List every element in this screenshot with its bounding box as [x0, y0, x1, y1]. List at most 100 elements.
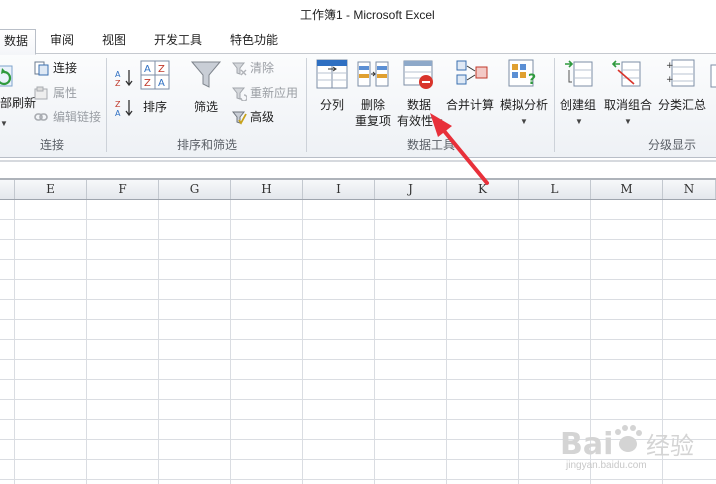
edit-links-label: 编辑链接	[53, 110, 102, 124]
group-separator	[306, 58, 307, 152]
chevron-down-icon: ▼	[624, 117, 632, 126]
advanced-filter-button[interactable]: 高级	[230, 109, 304, 127]
properties-button[interactable]: 属性	[32, 85, 102, 103]
refresh-all-label: 部刷新	[0, 96, 37, 110]
tab-view[interactable]: 视图	[94, 31, 134, 53]
svg-text:Z: Z	[158, 64, 165, 75]
reapply-icon	[232, 87, 247, 101]
advanced-filter-icon	[232, 111, 247, 125]
group-label-data-tools: 数据工具	[406, 138, 455, 152]
remove-duplicates-icon	[357, 61, 389, 87]
connections-button[interactable]: 连接	[32, 60, 102, 78]
group-button[interactable]: 创建组 ▼	[558, 58, 600, 128]
clear-filter-button[interactable]: 清除	[230, 60, 304, 78]
remove-duplicates-button[interactable]: 删除 重复项	[352, 58, 394, 128]
group-rows-icon	[565, 60, 593, 87]
refresh-all-button[interactable]: 部刷新 ▼	[0, 60, 36, 128]
advanced-label: 高级	[250, 110, 275, 124]
title-bar: 工作簿1 - Microsoft Excel	[0, 0, 716, 26]
data-validation-label-1: 数据	[407, 98, 432, 112]
clear-label: 清除	[250, 61, 275, 75]
column-header-i[interactable]: I	[303, 180, 375, 199]
what-if-analysis-icon: ?	[508, 59, 536, 88]
sort-descending-icon: Z A	[115, 100, 133, 118]
tab-data[interactable]: 数据	[0, 29, 36, 55]
tab-developer[interactable]: 开发工具	[146, 31, 210, 53]
column-header-row: E F G H I J K L M N	[0, 180, 716, 200]
remove-duplicates-label-2: 重复项	[355, 114, 392, 128]
svg-text:+: +	[666, 75, 674, 85]
text-to-columns-button[interactable]: 分列	[312, 58, 352, 120]
group-label-sort-filter: 排序和筛选	[176, 138, 237, 152]
reapply-label: 重新应用	[250, 86, 299, 100]
subtotal-button[interactable]: + + 分类汇总	[656, 58, 710, 120]
sort-descending-button[interactable]: Z A	[114, 98, 136, 118]
what-if-analysis-button[interactable]: ? 模拟分析 ▼	[500, 58, 552, 128]
watermark-url: jingyan.baidu.com	[566, 460, 647, 471]
ribbon-partial-icon	[710, 64, 716, 88]
consolidate-label: 合并计算	[446, 98, 495, 112]
connections-label: 连接	[53, 61, 78, 75]
tab-review[interactable]: 审阅	[42, 31, 82, 53]
text-to-columns-icon	[316, 59, 348, 89]
column-header-f[interactable]: F	[87, 180, 159, 199]
tab-special-features[interactable]: 特色功能	[222, 31, 286, 53]
group-label-outline: 分级显示	[647, 138, 696, 152]
ungroup-rows-icon	[612, 60, 641, 87]
column-header-m[interactable]: M	[591, 180, 663, 199]
svg-text:Z: Z	[115, 100, 121, 109]
column-header-h[interactable]: H	[231, 180, 303, 199]
ungroup-label: 取消组合	[604, 98, 653, 112]
refresh-icon	[0, 65, 13, 87]
properties-label: 属性	[53, 86, 78, 100]
chevron-down-icon: ▼	[0, 119, 8, 128]
filter-label: 筛选	[194, 100, 219, 114]
excel-window: 工作簿1 - Microsoft Excel 数据 审阅 视图 开发工具 特色功…	[0, 0, 716, 484]
remove-duplicates-label-1: 删除	[361, 98, 386, 112]
data-validation-icon	[403, 60, 433, 89]
chevron-down-icon: ▼	[520, 117, 528, 126]
svg-text:A: A	[115, 109, 121, 118]
sort-ascending-icon: A Z	[115, 70, 133, 88]
chevron-down-icon: ▼	[436, 117, 444, 126]
sort-label: 排序	[143, 100, 168, 114]
ribbon: 部刷新 ▼ 连接 属性 编辑链接 连接 A Z Z A A Z Z A 排序 筛…	[0, 54, 716, 158]
group-separator	[554, 58, 555, 152]
filter-button[interactable]: 筛选	[188, 60, 224, 120]
consolidate-icon	[456, 60, 488, 85]
column-header-l[interactable]: L	[519, 180, 591, 199]
svg-text:A: A	[115, 70, 121, 79]
consolidate-button[interactable]: 合并计算	[446, 58, 498, 120]
sort-button[interactable]: A Z Z A 排序	[138, 60, 172, 120]
chain-link-icon	[34, 113, 48, 121]
group-label-connections: 连接	[39, 138, 64, 152]
column-header-partial[interactable]	[0, 180, 15, 199]
svg-text:Z: Z	[115, 79, 121, 88]
connections-icon	[34, 61, 49, 76]
filter-funnel-icon	[190, 61, 222, 88]
column-header-j[interactable]: J	[375, 180, 447, 199]
sort-ascending-button[interactable]: A Z	[114, 68, 136, 88]
group-separator	[106, 58, 107, 152]
svg-text:Z: Z	[144, 78, 151, 89]
worksheet-grid[interactable]	[0, 200, 716, 484]
svg-text:A: A	[144, 64, 151, 75]
divider	[0, 160, 716, 162]
column-header-e[interactable]: E	[15, 180, 87, 199]
svg-text:+: +	[666, 61, 674, 71]
window-title: 工作簿1 - Microsoft Excel	[300, 8, 435, 22]
ungroup-button[interactable]: 取消组合 ▼	[602, 58, 654, 128]
column-header-g[interactable]: G	[159, 180, 231, 199]
column-header-k[interactable]: K	[447, 180, 519, 199]
what-if-analysis-label: 模拟分析	[500, 98, 549, 112]
data-validation-button[interactable]: 数据 有效性 ▼	[396, 58, 444, 128]
chevron-down-icon: ▼	[575, 117, 583, 126]
ribbon-tabs: 数据 审阅 视图 开发工具 特色功能	[0, 26, 716, 55]
svg-text:A: A	[158, 78, 165, 89]
clear-filter-icon	[232, 62, 247, 76]
subtotal-label: 分类汇总	[658, 98, 707, 112]
column-header-n[interactable]: N	[663, 180, 716, 199]
edit-links-button[interactable]: 编辑链接	[32, 109, 104, 127]
reapply-button[interactable]: 重新应用	[230, 85, 304, 103]
svg-text:?: ?	[528, 72, 536, 88]
